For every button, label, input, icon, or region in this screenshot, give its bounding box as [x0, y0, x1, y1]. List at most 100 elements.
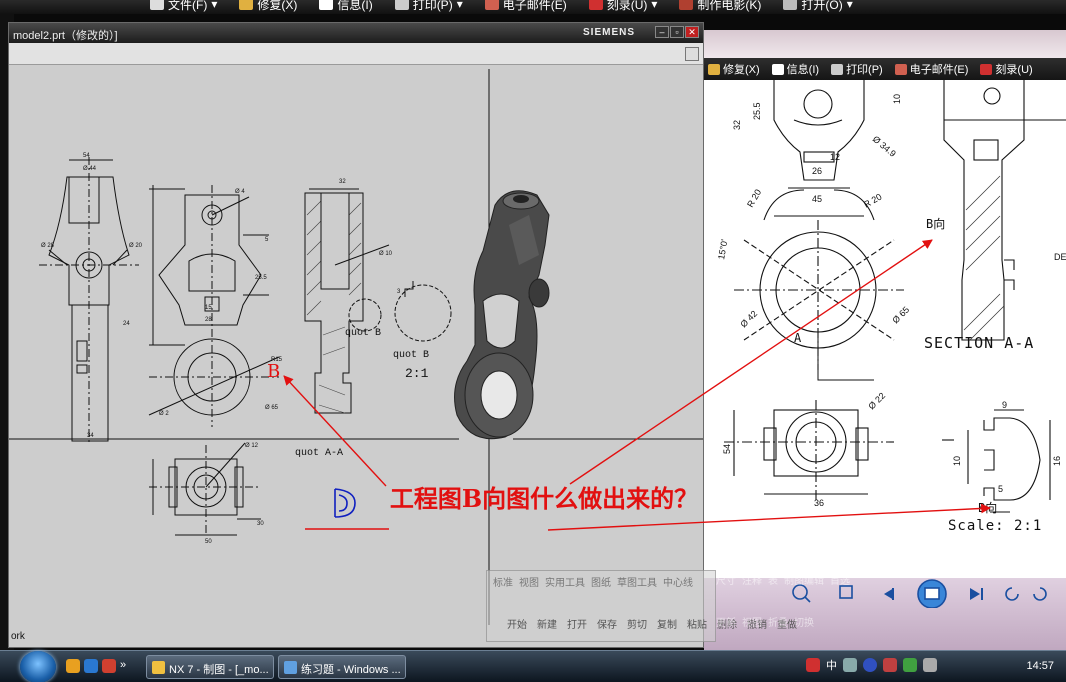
task-button-nx[interactable]: NX 7 - 制图 - [_mo...: [146, 655, 274, 679]
toolbar-tab[interactable]: 标准: [493, 574, 513, 589]
printer-icon: [394, 0, 409, 10]
dim-label: Ø 44: [83, 166, 97, 172]
viewer-menu-item[interactable]: 刻录(U): [980, 61, 1033, 77]
toolbar-tab[interactable]: 实用工具: [545, 574, 585, 589]
chevron-down-icon: ▾: [651, 0, 658, 11]
toolbar-button[interactable]: 打开: [567, 616, 587, 631]
viewer-menu-item[interactable]: 信息(I): [771, 61, 819, 77]
toolbar-button[interactable]: 切换: [794, 614, 814, 629]
top-menu-item[interactable]: 电子邮件(E): [484, 0, 567, 13]
top-menu-item[interactable]: 打开(O) ▾: [783, 0, 853, 13]
ime-icon[interactable]: [806, 658, 820, 672]
tray-app-icon[interactable]: [883, 658, 897, 672]
ime-language[interactable]: 中: [826, 657, 837, 673]
dim-label: 54: [722, 444, 732, 454]
toolbar-tab[interactable]: 中心线: [663, 574, 693, 589]
toolbar-button[interactable]: 折叠: [768, 614, 788, 629]
top-menu-item[interactable]: 刻录(U) ▾: [588, 0, 658, 13]
help-icon[interactable]: [863, 658, 877, 672]
dim-label: 25.5: [255, 275, 267, 281]
siemens-logo: SIEMENS: [583, 27, 636, 38]
restore-view-icon[interactable]: [685, 47, 699, 61]
annotation-b-label: B: [267, 361, 281, 382]
toolbar-button[interactable]: 粘贴: [687, 616, 707, 631]
tray-icon[interactable]: [843, 658, 857, 672]
volume-icon[interactable]: [923, 658, 937, 672]
nx-status-text: ork: [11, 631, 25, 642]
top-menu-item[interactable]: 打印(P) ▾: [394, 0, 463, 13]
dim-label: 10: [892, 94, 902, 104]
menu-label: 刻录(U): [995, 64, 1033, 76]
toolbar-button[interactable]: 更新: [716, 614, 736, 629]
toolbar-tab[interactable]: 图纸: [591, 574, 611, 589]
b-direction-label-bottom: B向: [978, 500, 997, 515]
nx-floating-toolbar[interactable]: 标准 视图 实用工具 图纸 草图工具 中心线 开始 新建 打开 保存 剪切 复制 粘贴 删除 撤销 重做: [486, 570, 797, 642]
nx-drawing-canvas[interactable]: quot A-A quot B quot B 2:1 54 Ø 44 Ø 28 …: [9, 65, 703, 647]
viewer-menu-item[interactable]: 打印(P): [831, 61, 883, 77]
menu-label: 打印(P): [412, 0, 453, 12]
dim-label: 50: [205, 539, 212, 545]
menu-label: 电子邮件(E): [502, 0, 567, 12]
network-icon[interactable]: [903, 658, 917, 672]
toolbar-tab[interactable]: 表: [768, 572, 778, 587]
section-label-a: quot A-A: [295, 448, 343, 459]
toolbar-tab[interactable]: 尺寸: [716, 572, 736, 587]
tag-icon: [771, 63, 784, 75]
film-icon: [679, 0, 694, 10]
toolbar-button[interactable]: 保存: [597, 616, 617, 631]
menu-label: 打印(P): [846, 64, 883, 76]
quicklaunch-more[interactable]: »: [120, 659, 126, 673]
toolbar-tab[interactable]: 草图工具: [617, 574, 657, 589]
dim-label: 24: [123, 321, 130, 327]
qq-icon[interactable]: [102, 659, 116, 673]
toolbar-tab[interactable]: 注释: [742, 572, 762, 587]
toolbar-button[interactable]: 剪切: [627, 616, 647, 631]
dim-label: 32: [732, 120, 742, 130]
toolbar-button[interactable]: 开始: [507, 616, 527, 631]
nx-window[interactable]: model2.prt（修改的）] SIEMENS – ▫ ✕ quot A-A …: [8, 22, 704, 648]
burn-disc-icon: [588, 0, 603, 10]
dim-label: Ø 22: [866, 391, 887, 412]
photo-viewer-window[interactable]: 修复(X) 信息(I) 打印(P) 电子邮件(E) 刻录(U) SECTION …: [704, 30, 1066, 650]
nx-toolbar: [9, 43, 703, 65]
clock[interactable]: 14:57: [1026, 660, 1054, 672]
maximize-button[interactable]: ▫: [670, 26, 684, 38]
next-icon: [970, 588, 980, 600]
top-menu-item[interactable]: 制作电影(K): [679, 0, 761, 13]
repair-icon: [239, 0, 254, 10]
dim-label: 16: [1052, 456, 1062, 466]
dim-label: R 20: [745, 188, 763, 209]
toolbar-button[interactable]: 视图: [742, 614, 762, 629]
dim-label: 15: [205, 305, 212, 311]
photo-viewer-icon: [284, 661, 297, 674]
menu-label: 修复(X): [257, 0, 298, 12]
viewer-menu-item[interactable]: 修复(X): [708, 61, 760, 77]
viewer-menubar: 修复(X) 信息(I) 打印(P) 电子邮件(E) 刻录(U): [704, 58, 1066, 80]
section-title: SECTION A-A: [924, 334, 1034, 352]
toolbar-button[interactable]: 复制: [657, 616, 677, 631]
minimize-button[interactable]: –: [655, 26, 669, 38]
ie-browser-icon[interactable]: [84, 659, 98, 673]
menu-label: 电子邮件(E): [909, 64, 969, 76]
toolbar-tab[interactable]: 视图: [519, 574, 539, 589]
dim-label: 3: [397, 289, 401, 295]
toolbar-button[interactable]: 新建: [537, 616, 557, 631]
dim-label: 36: [814, 498, 824, 508]
dim-label: Ø 42: [738, 309, 759, 330]
toolbar-tab[interactable]: 首选: [830, 572, 850, 587]
start-button[interactable]: [20, 651, 56, 682]
top-menu-item[interactable]: 信息(I): [319, 0, 373, 13]
task-button-photo-viewer[interactable]: 练习题 - Windows ...: [278, 655, 406, 679]
menu-label: 打开(O): [801, 0, 843, 12]
top-menu-item[interactable]: 文件(F) ▾: [150, 0, 217, 13]
viewer-menu-item[interactable]: 电子邮件(E): [894, 61, 969, 77]
nx-titlebar[interactable]: model2.prt（修改的）] SIEMENS – ▫ ✕: [9, 23, 703, 43]
reference-drawing: SECTION A-A B向 B向 Scale: 2:1 A 32 25.5 1…: [704, 80, 1066, 580]
menu-label: 修复(X): [723, 64, 760, 76]
toolbar-tab[interactable]: 制图编辑: [784, 572, 824, 587]
top-menu-item[interactable]: 修复(X): [239, 0, 297, 13]
show-desktop-icon[interactable]: [66, 659, 80, 673]
dim-label: 26: [812, 166, 822, 176]
dim-label: Ø 34.9: [871, 134, 898, 159]
close-button[interactable]: ✕: [685, 26, 699, 38]
